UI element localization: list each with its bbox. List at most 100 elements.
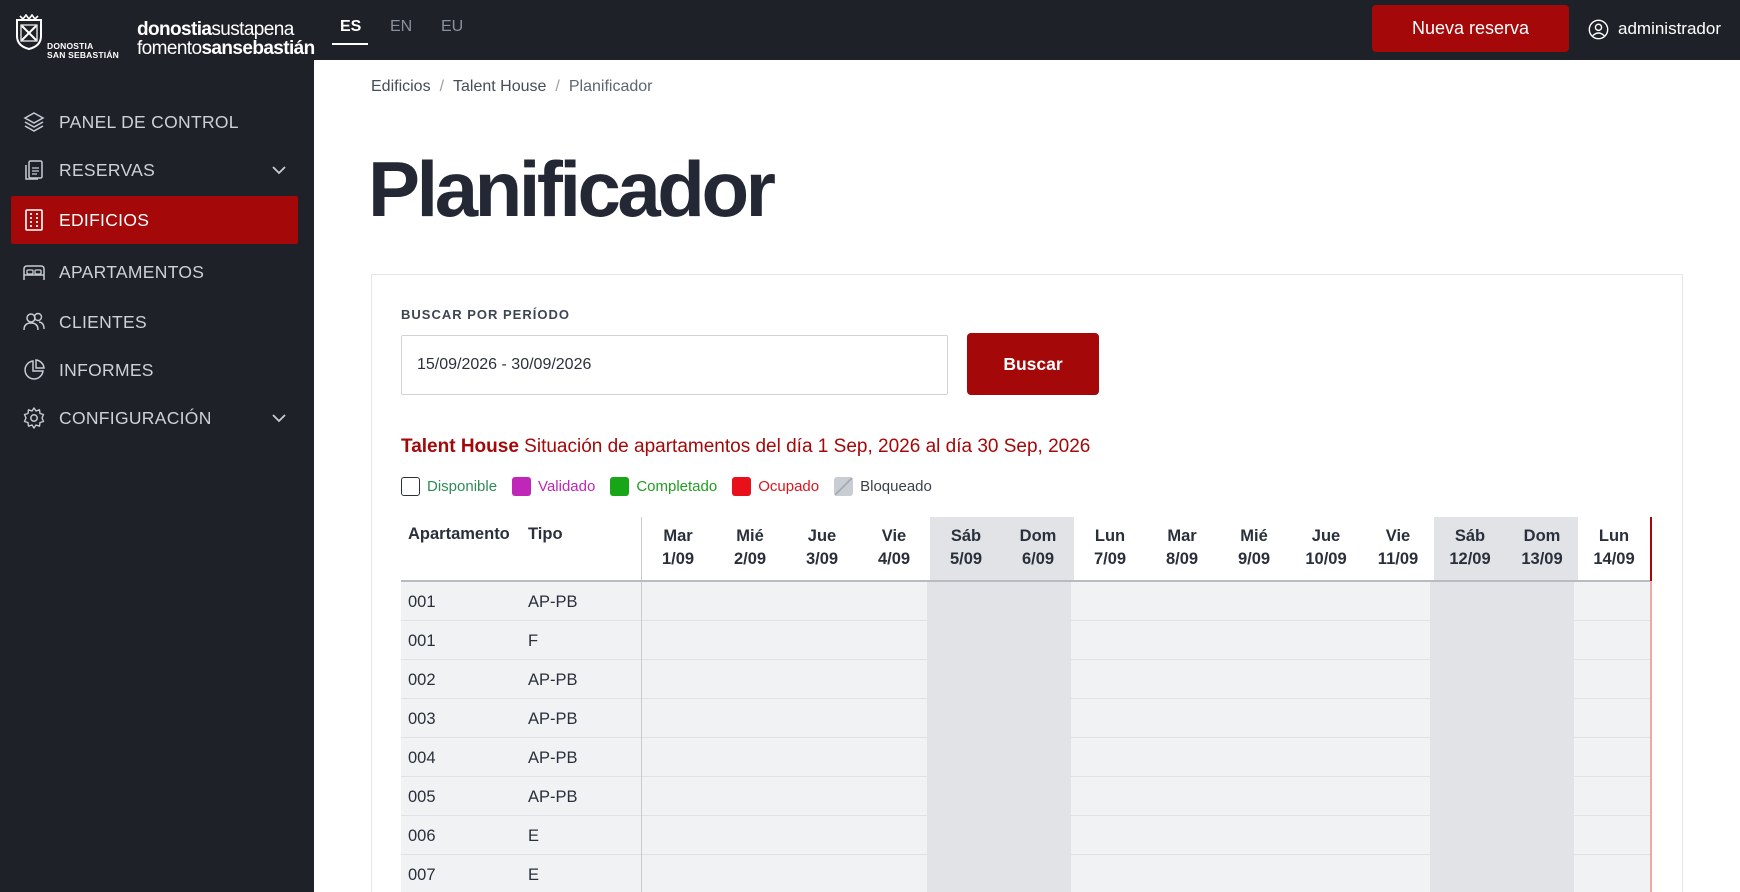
search-period-label: BUSCAR POR PERÍODO: [401, 307, 570, 322]
lang-eu[interactable]: EU: [441, 18, 463, 36]
day-weekday: Sáb: [1454, 527, 1486, 545]
apartment-number: 007: [408, 866, 436, 884]
day-date: 11/09: [1377, 550, 1419, 568]
user-name: administrador: [1618, 19, 1721, 38]
new-booking-button[interactable]: Nueva reserva: [1372, 5, 1569, 52]
legend-bloqueado: Bloqueado: [834, 476, 932, 496]
apartment-type: AP-PB: [528, 749, 578, 767]
apartment-type: E: [528, 866, 540, 884]
apartment-type: AP-PB: [528, 671, 578, 689]
day-weekday: Mié: [1240, 527, 1268, 545]
legend-label: Validado: [538, 477, 596, 495]
day-header: Mar 1/09: [642, 517, 714, 581]
brand-line-2: fomentosansebastián: [137, 39, 315, 58]
city-logo[interactable]: DONOSTIA SAN SEBASTIÁN: [12, 12, 122, 60]
sidebar-item-edificios[interactable]: EDIFICIOS: [11, 196, 298, 244]
day-date: 9/09: [1237, 550, 1271, 568]
apartment-type: E: [528, 827, 540, 845]
brand-line-1: donostiasustapena: [137, 20, 315, 39]
legend-completado: Completado: [610, 476, 718, 496]
chevron-down-icon: [272, 166, 286, 175]
sidebar-item-label: PANEL DE CONTROL: [59, 112, 239, 132]
top-bar: DONOSTIA SAN SEBASTIÁN donostiasustapena…: [0, 0, 1740, 60]
day-date: 6/09: [1021, 550, 1055, 568]
breadcrumb: Edificios / Talent House / Planificador: [371, 78, 652, 96]
apartment-number: 002: [408, 671, 436, 689]
day-weekday: Vie: [881, 527, 907, 545]
breadcrumb-separator: /: [439, 78, 445, 95]
day-header: Dom 13/09: [1506, 517, 1578, 581]
apartment-type: AP-PB: [528, 710, 578, 728]
documents-icon: [25, 160, 43, 180]
sidebar-item-label: CONFIGURACIÓN: [59, 408, 212, 428]
city-shield-icon: [16, 14, 42, 50]
brand-part: donostia: [137, 19, 212, 40]
brand-part: sustapena: [211, 19, 294, 40]
lang-es[interactable]: ES: [340, 18, 361, 36]
day-header: Mié 9/09: [1218, 517, 1290, 581]
day-header: Mié 2/09: [714, 517, 786, 581]
breadcrumb-edificios[interactable]: Edificios: [371, 78, 431, 96]
apartment-number: 006: [408, 827, 436, 845]
day-date: 7/09: [1093, 550, 1127, 568]
sidebar-item-clientes[interactable]: CLIENTES: [11, 298, 298, 346]
gear-icon: [23, 407, 45, 429]
column-divider: [641, 517, 642, 892]
situation-heading: Talent House Situación de apartamentos d…: [401, 436, 1090, 458]
day-weekday: Dom: [1019, 527, 1057, 545]
search-button[interactable]: Buscar: [967, 333, 1099, 395]
legend-label: Completado: [636, 477, 718, 495]
legend-swatch: [732, 476, 752, 496]
pie-chart-icon: [24, 359, 45, 380]
day-header: Jue 10/09: [1290, 517, 1362, 581]
sidebar-item-panel-de-control[interactable]: PANEL DE CONTROL: [11, 98, 298, 146]
brand-part: sansebastián: [201, 38, 315, 59]
day-weekday: Jue: [807, 527, 837, 545]
breadcrumb-separator: /: [555, 78, 560, 95]
col-header-apartment: Apartamento: [408, 525, 510, 543]
day-weekday: Sáb: [950, 527, 982, 545]
apartment-number: 001: [408, 632, 436, 650]
legend-swatch: [610, 476, 630, 496]
weekend-column-band: [1430, 581, 1574, 892]
sidebar-item-apartamentos[interactable]: APARTAMENTOS: [11, 248, 298, 296]
day-date: 12/09: [1449, 550, 1491, 568]
sidebar-item-label: RESERVAS: [59, 160, 156, 180]
apartment-type: AP-PB: [528, 593, 578, 611]
day-weekday: Vie: [1385, 527, 1411, 545]
layers-icon: [23, 112, 45, 132]
breadcrumb-talent-house[interactable]: Talent House: [453, 78, 546, 96]
brand-part: fomento: [137, 38, 202, 59]
sidebar-item-reservas[interactable]: RESERVAS: [11, 146, 298, 194]
day-weekday: Dom: [1523, 527, 1561, 545]
legend-swatch: [401, 476, 420, 496]
situation-text: Situación de apartamentos del día 1 Sep,…: [524, 436, 1091, 457]
chevron-down-icon: [272, 414, 286, 423]
building-name: Talent House: [401, 436, 519, 457]
sidebar-item-configuracion[interactable]: CONFIGURACIÓN: [11, 394, 298, 442]
legend-label: Bloqueado: [860, 477, 932, 495]
apartment-number: 005: [408, 788, 436, 806]
user-circle-icon: [1588, 19, 1609, 39]
day-date: 14/09: [1593, 550, 1635, 568]
col-header-type: Tipo: [528, 525, 563, 543]
day-date: 4/09: [877, 550, 911, 568]
apartment-type: F: [528, 632, 539, 650]
brand-wordmark[interactable]: donostiasustapena fomentosansebastián: [137, 20, 315, 58]
day-weekday: Jue: [1311, 527, 1341, 545]
lang-active-underline: [332, 43, 368, 45]
weekend-column-band: [927, 581, 1071, 892]
sidebar-item-informes[interactable]: INFORMES: [11, 346, 298, 394]
city-name-line2: SAN SEBASTIÁN: [47, 50, 120, 60]
date-range-input[interactable]: [401, 335, 948, 395]
apartment-number: 003: [408, 710, 436, 728]
day-date: 13/09: [1521, 550, 1563, 568]
status-legend: Disponible Validado Completado Ocupado B…: [401, 476, 947, 496]
legend-disponible: Disponible: [401, 476, 497, 496]
day-header: Vie 11/09: [1362, 517, 1434, 581]
day-date: 5/09: [949, 550, 983, 568]
lang-en[interactable]: EN: [390, 18, 412, 36]
city-name: DONOSTIA SAN SEBASTIÁN: [47, 42, 119, 60]
day-header: Vie 4/09: [858, 517, 930, 581]
user-menu[interactable]: administrador: [1588, 18, 1721, 40]
